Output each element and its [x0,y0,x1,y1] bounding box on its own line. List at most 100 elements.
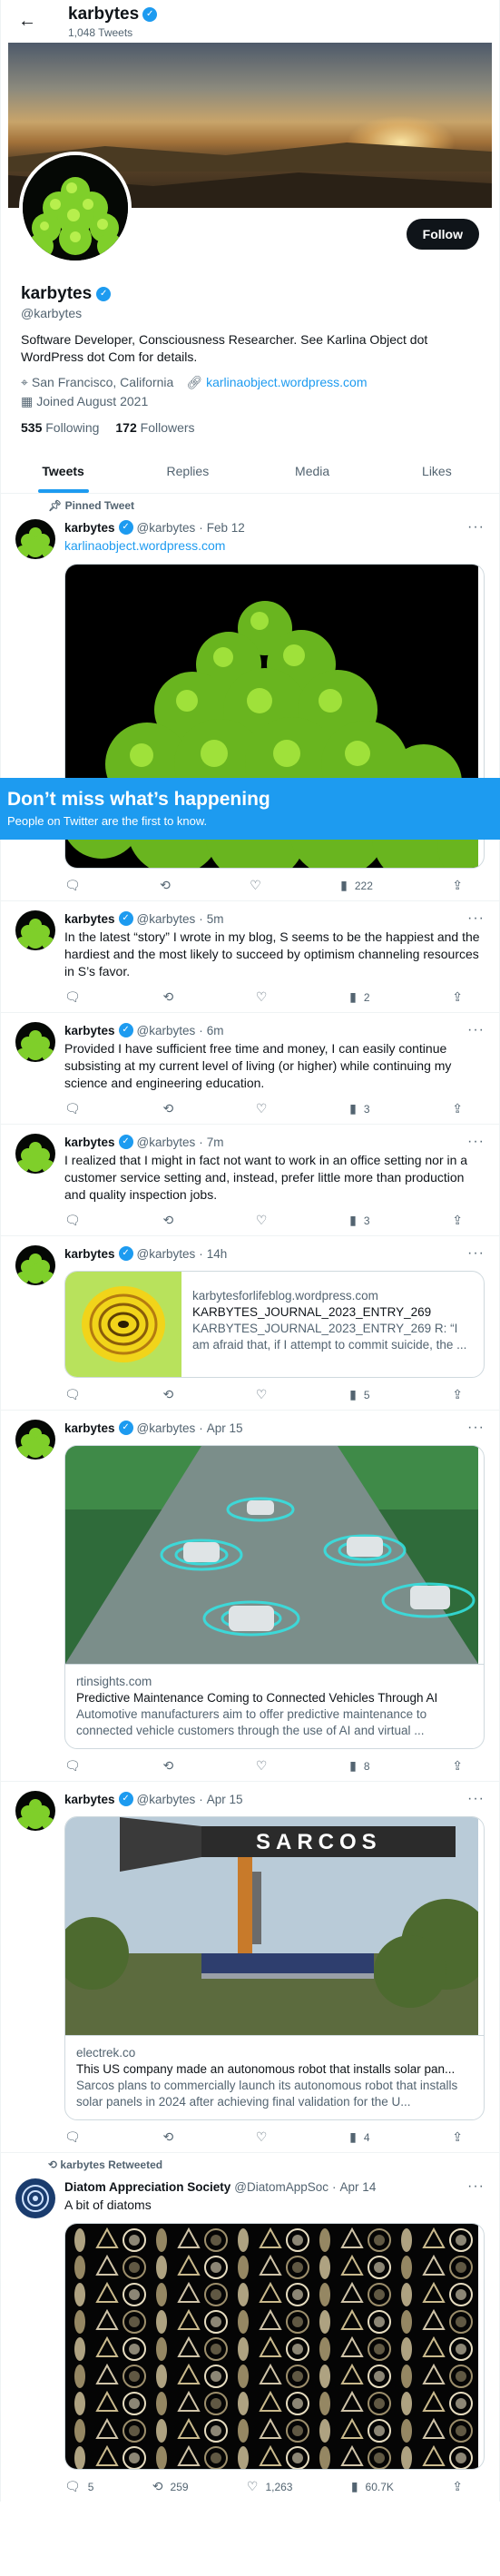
more-options-icon[interactable]: ··· [467,1420,485,1436]
link-card[interactable]: karbytesforlifeblog.wordpress.com KARBYT… [64,1271,485,1378]
avatar[interactable] [15,1022,55,1062]
tweet[interactable]: karbytes ✓ @karbytes · 7m ··· I realized… [1,1125,499,1236]
retweet-button[interactable]: ⟲ 259 [152,2479,189,2494]
like-button[interactable]: ♡ 1,263 [247,2479,293,2494]
tweet-image[interactable] [64,2223,485,2470]
more-options-icon[interactable]: ··· [467,910,485,927]
author-handle[interactable]: @karbytes [137,521,196,535]
avatar[interactable] [15,519,55,559]
tweet[interactable]: karbytes ✓ @karbytes · 6m ··· Provided I… [1,1013,499,1125]
share-button[interactable]: ⇪ [452,989,463,1005]
share-button[interactable]: ⇪ [452,2479,463,2494]
reply-button[interactable]: 🗨︎ 5 [64,2479,93,2494]
author-name[interactable]: Diatom Appreciation Society [64,2180,230,2194]
author-handle[interactable]: @karbytes [137,1024,196,1037]
retweet-button[interactable]: ⟲ [162,1758,173,1774]
reply-button[interactable]: 🗨︎ [64,1758,81,1774]
author-handle[interactable]: @karbytes [137,1247,196,1261]
reply-button[interactable]: 🗨︎ [64,1387,81,1402]
tweet-retweet[interactable]: ⟲ karbytes Retweeted Diatom Appreciation… [1,2153,499,2502]
more-options-icon[interactable]: ··· [467,1134,485,1150]
views-button[interactable]: ▮ 2 [349,989,369,1005]
tweet-time[interactable]: Apr 15 [207,1421,243,1435]
tweet[interactable]: karbytes ✓ @karbytes · Apr 15 ··· [1,1411,499,1782]
tab-likes[interactable]: Likes [375,449,499,493]
more-options-icon[interactable]: ··· [467,2178,485,2195]
like-button[interactable]: ♡ [250,878,261,893]
tweet-pinned[interactable]: 📌︎ Pinned Tweet karbytes ✓ @karbytes · F… [1,494,499,901]
tab-media[interactable]: Media [250,449,375,493]
author-name[interactable]: karbytes [64,1793,115,1806]
retweet-button[interactable]: ⟲ [162,1213,173,1228]
tweet-time[interactable]: 7m [207,1136,224,1149]
share-button[interactable]: ⇪ [452,1101,463,1116]
tweet[interactable]: karbytes ✓ @karbytes · 14h ··· karbytesf… [1,1236,499,1411]
tab-tweets[interactable]: Tweets [1,449,125,493]
avatar[interactable] [15,910,55,950]
more-options-icon[interactable]: ··· [467,519,485,536]
author-handle[interactable]: @DiatomAppSoc [234,2180,328,2194]
share-button[interactable]: ⇪ [452,2129,463,2145]
views-button[interactable]: ▮ 3 [349,1101,369,1116]
link-card[interactable]: rtinsights.com Predictive Maintenance Co… [64,1445,485,1749]
signup-promo-bar[interactable]: Don’t miss what’s happening People on Tw… [0,778,500,840]
reply-button[interactable]: 🗨︎ [64,1101,81,1116]
author-handle[interactable]: @karbytes [137,1136,196,1149]
tweet-time[interactable]: 5m [207,912,224,926]
avatar[interactable] [15,1134,55,1174]
like-button[interactable]: ♡ [256,1758,268,1774]
tweet-time[interactable]: 14h [207,1247,228,1261]
avatar[interactable] [15,1420,55,1460]
share-button[interactable]: ⇪ [452,1758,463,1774]
tweet[interactable]: karbytes ✓ @karbytes · 5m ··· In the lat… [1,901,499,1013]
more-options-icon[interactable]: ··· [467,1245,485,1262]
retweet-button[interactable]: ⟲ [162,2129,173,2145]
share-button[interactable]: ⇪ [452,1213,463,1228]
tweet-time[interactable]: Apr 14 [340,2180,377,2194]
reply-button[interactable]: 🗨︎ [64,878,81,893]
like-button[interactable]: ♡ [256,1387,268,1402]
retweet-button[interactable]: ⟲ [162,1387,173,1402]
following-link[interactable]: 535 Following [21,420,99,435]
reply-button[interactable]: 🗨︎ [64,1213,81,1228]
author-name[interactable]: karbytes [64,912,115,926]
tab-replies[interactable]: Replies [125,449,250,493]
views-button[interactable]: ▮ 4 [349,2129,369,2145]
retweet-button[interactable]: ⟲ [162,1101,173,1116]
views-button[interactable]: ▮ 8 [349,1758,369,1774]
author-name[interactable]: karbytes [64,1024,115,1037]
tweet-link[interactable]: karlinaobject.wordpress.com [64,538,225,553]
tweet[interactable]: karbytes ✓ @karbytes · Apr 15 ··· [1,1782,499,2153]
profile-website-link[interactable]: karlinaobject.wordpress.com [206,375,367,389]
author-name[interactable]: karbytes [64,1136,115,1149]
retweet-button[interactable]: ⟲ [162,989,173,1005]
author-handle[interactable]: @karbytes [137,1421,196,1435]
link-card[interactable]: SARCOS electrek.co This US company made … [64,1816,485,2120]
like-button[interactable]: ♡ [256,1101,268,1116]
profile-avatar[interactable] [19,152,132,264]
views-button[interactable]: ▮ 222 [340,878,373,893]
views-button[interactable]: ▮ 3 [349,1213,369,1228]
views-button[interactable]: ▮ 5 [349,1387,369,1402]
reply-button[interactable]: 🗨︎ [64,989,81,1005]
views-button[interactable]: ▮ 60.7K [351,2479,394,2494]
back-arrow-icon[interactable]: ← [14,8,41,35]
author-name[interactable]: karbytes [64,521,115,535]
avatar[interactable] [15,1791,55,1831]
tweet-time[interactable]: Apr 15 [207,1793,243,1806]
follow-button[interactable]: Follow [406,219,479,250]
followers-link[interactable]: 172 Followers [115,420,194,435]
tweet-time[interactable]: 6m [207,1024,224,1037]
retweet-button[interactable]: ⟲ [160,878,171,893]
author-handle[interactable]: @karbytes [137,912,196,926]
tweet-time[interactable]: Feb 12 [207,521,245,535]
reply-button[interactable]: 🗨︎ [64,2129,81,2145]
share-button[interactable]: ⇪ [452,878,463,893]
like-button[interactable]: ♡ [256,1213,268,1228]
like-button[interactable]: ♡ [256,2129,268,2145]
more-options-icon[interactable]: ··· [467,1791,485,1807]
author-name[interactable]: karbytes [64,1421,115,1435]
like-button[interactable]: ♡ [256,989,268,1005]
more-options-icon[interactable]: ··· [467,1022,485,1038]
share-button[interactable]: ⇪ [452,1387,463,1402]
